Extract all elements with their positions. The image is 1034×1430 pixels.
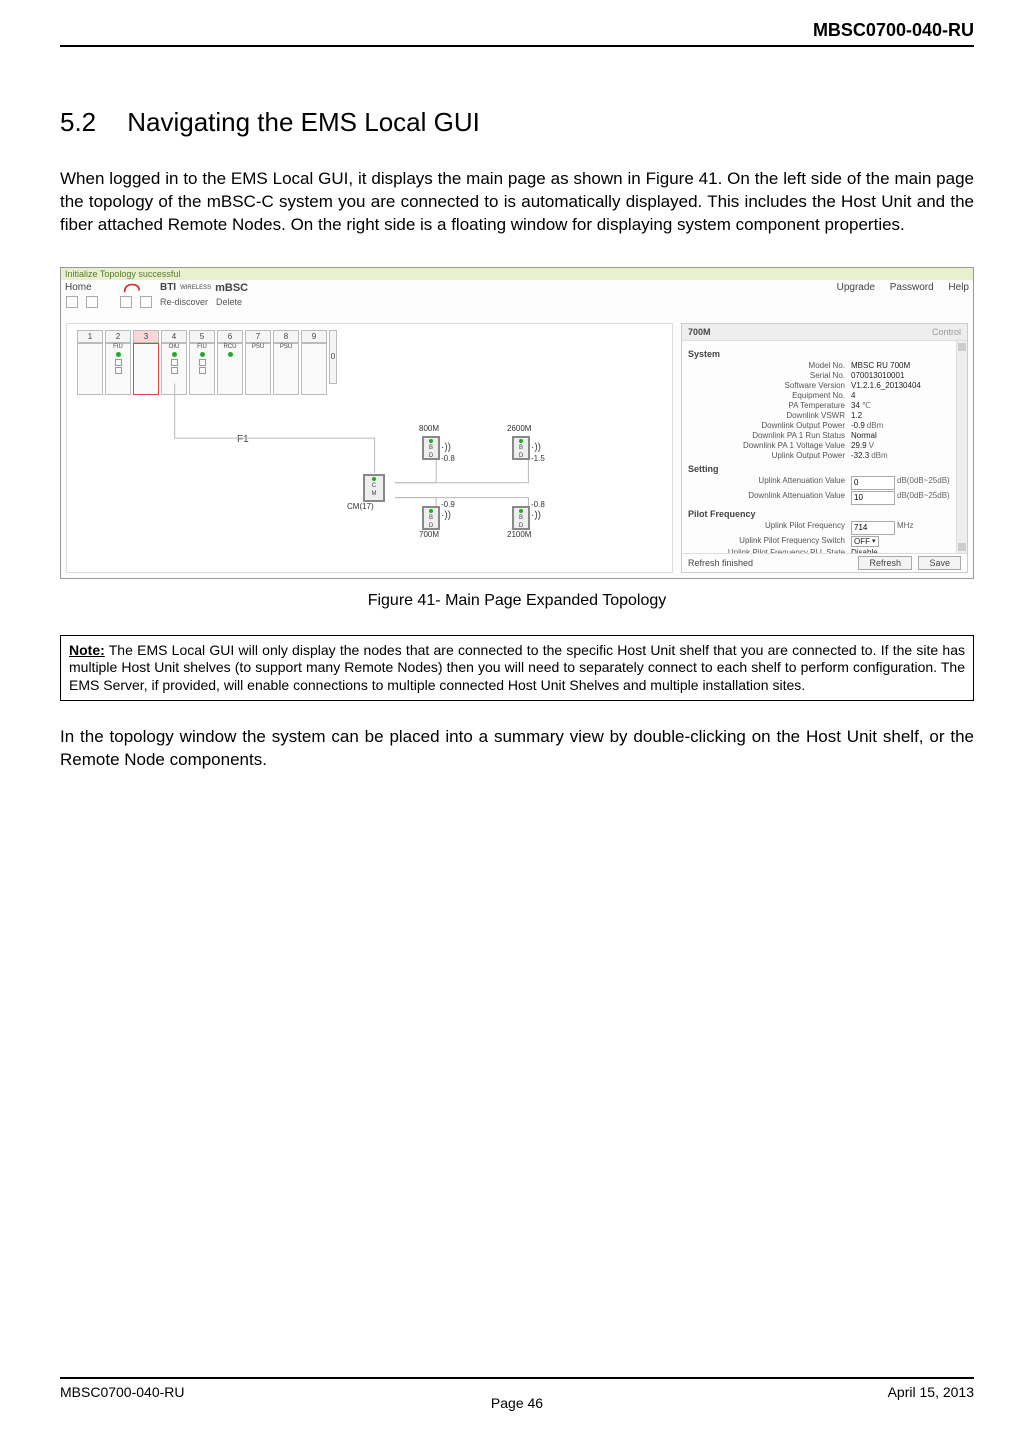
product-name: mBSC xyxy=(215,282,248,294)
cm-node[interactable]: CM xyxy=(363,474,385,502)
delete-button[interactable]: Delete xyxy=(216,297,242,307)
uplink-pilot-freq-input[interactable] xyxy=(851,521,895,535)
topology-canvas[interactable]: 1 2FIU 3 4OIU 5FIU 6RCU 7PSU 8PSU 9 0 F1 xyxy=(66,323,673,573)
node-700m[interactable]: BD xyxy=(422,506,440,530)
panel-scrollbar[interactable] xyxy=(956,341,967,553)
ems-gui: Initialize Topology successful Home BTIW… xyxy=(61,268,973,578)
panel-status: Refresh finished xyxy=(688,558,753,568)
refresh-button[interactable]: Refresh xyxy=(858,556,912,570)
uplink-att-input[interactable] xyxy=(851,476,895,490)
tool-icon[interactable] xyxy=(140,296,152,308)
upgrade-link[interactable]: Upgrade xyxy=(837,282,875,293)
pilot-switch-select[interactable]: OFF▾ xyxy=(851,536,879,547)
page-header: MBSC0700-040-RU xyxy=(60,20,974,47)
zoom-out-icon[interactable] xyxy=(86,296,98,308)
section-title: Navigating the EMS Local GUI xyxy=(127,107,480,137)
node-2100m[interactable]: BD xyxy=(512,506,530,530)
downlink-att-input[interactable] xyxy=(851,491,895,505)
gui-status-bar: Initialize Topology successful xyxy=(61,268,973,280)
home-link[interactable]: Home xyxy=(65,282,92,293)
signal-icon: ·)) xyxy=(441,442,451,453)
host-unit-shelf[interactable]: 1 2FIU 3 4OIU 5FIU 6RCU 7PSU 8PSU 9 0 xyxy=(77,330,337,395)
signal-icon: ·)) xyxy=(531,442,541,453)
footer-page-number: Page 46 xyxy=(60,1395,974,1411)
panel-title: 700M xyxy=(688,327,711,337)
intro-paragraph: When logged in to the EMS Local GUI, it … xyxy=(60,168,974,237)
note-label: Note: xyxy=(69,642,105,658)
refresh-icon[interactable] xyxy=(120,296,132,308)
top-nav: Upgrade Password Help xyxy=(825,282,969,293)
note-text: The EMS Local GUI will only display the … xyxy=(69,642,965,693)
section-number: 5.2 xyxy=(60,107,120,138)
node-800m[interactable]: BD xyxy=(422,436,440,460)
doc-id: MBSC0700-040-RU xyxy=(813,20,974,41)
brand-logo: BTIWIRELESS mBSC xyxy=(122,282,248,294)
figure-41: Initialize Topology successful Home BTIW… xyxy=(60,267,974,579)
save-button[interactable]: Save xyxy=(918,556,961,570)
chevron-down-icon: ▾ xyxy=(872,537,876,545)
password-link[interactable]: Password xyxy=(890,282,934,293)
panel-control[interactable]: Control xyxy=(932,327,961,337)
signal-icon: ·)) xyxy=(441,510,451,521)
figure-caption: Figure 41- Main Page Expanded Topology xyxy=(60,592,974,610)
gui-toolbar: Re-discover Delete xyxy=(61,294,973,310)
zoom-in-icon[interactable] xyxy=(66,296,78,308)
fiber-label: F1 xyxy=(237,434,249,445)
properties-panel: 700M Control System Model No.MBSC RU 700… xyxy=(681,323,968,573)
help-link[interactable]: Help xyxy=(948,282,969,293)
signal-icon: ·)) xyxy=(531,510,541,521)
node-2600m[interactable]: BD xyxy=(512,436,530,460)
section-heading: 5.2 Navigating the EMS Local GUI xyxy=(60,107,974,138)
gui-top-bar: Home BTIWIRELESS mBSC Upgrade Password H… xyxy=(61,280,973,294)
note-box: Note: The EMS Local GUI will only displa… xyxy=(60,635,974,702)
rediscover-button[interactable]: Re-discover xyxy=(160,297,208,307)
para-2: In the topology window the system can be… xyxy=(60,726,974,772)
